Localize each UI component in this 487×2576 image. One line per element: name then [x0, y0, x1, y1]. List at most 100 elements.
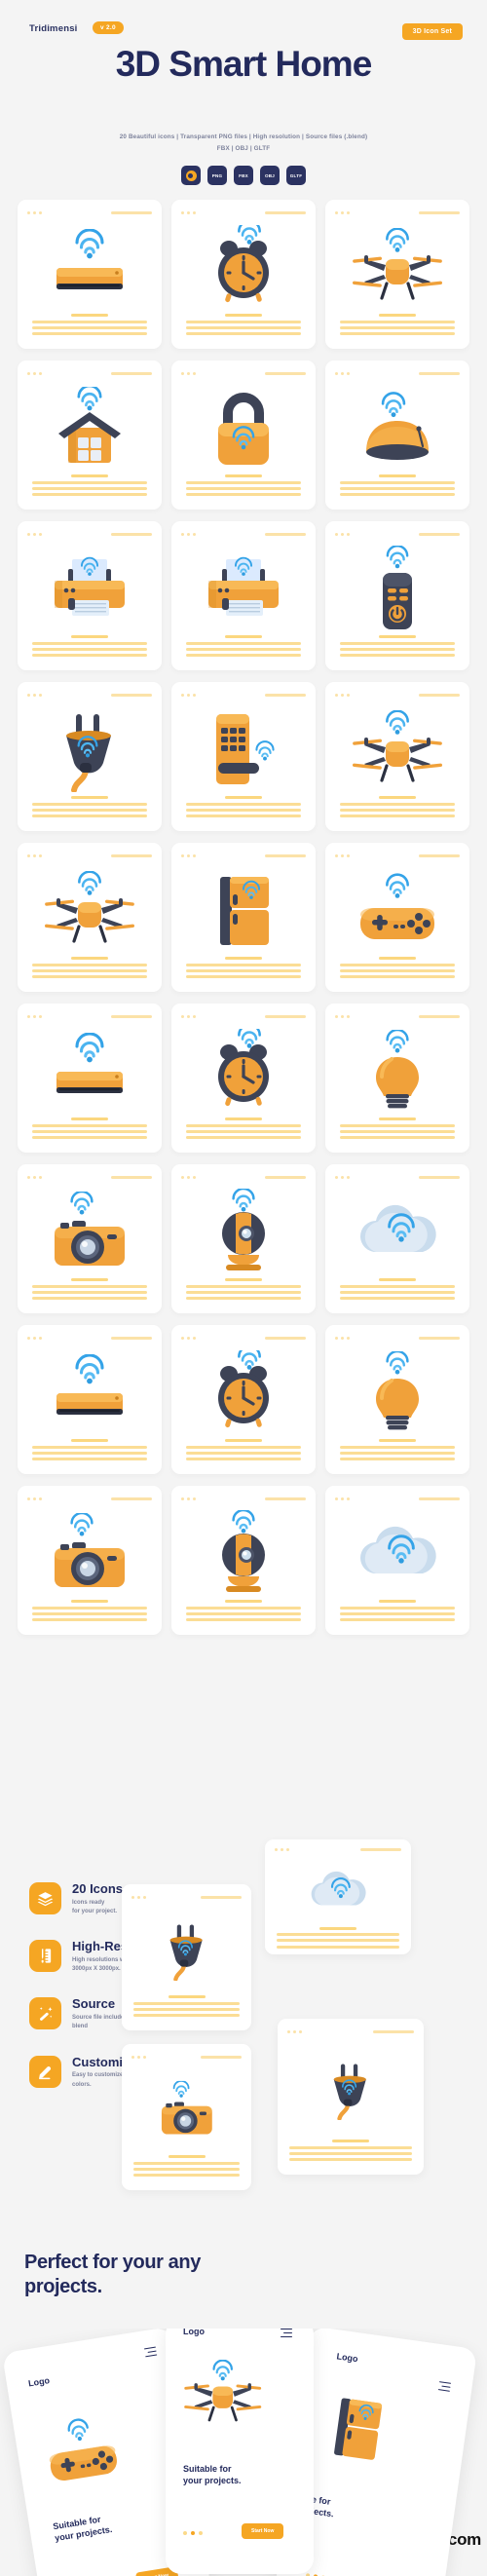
- placeholder-line: [225, 314, 262, 318]
- icon-card-grid: [18, 200, 469, 1635]
- icon-card[interactable]: [171, 360, 316, 510]
- icon-card[interactable]: [171, 843, 316, 992]
- icon-air-conditioner: [27, 1020, 152, 1118]
- window-dots: [335, 693, 350, 697]
- placeholder-line: [186, 963, 301, 966]
- icon-card[interactable]: [18, 200, 162, 349]
- placeholder-text: [27, 635, 152, 659]
- card-header-bar: [419, 371, 460, 375]
- window-dot: [181, 1496, 184, 1500]
- placeholder-line: [340, 1451, 455, 1455]
- icon-card[interactable]: [18, 360, 162, 510]
- icon-card[interactable]: [171, 521, 316, 670]
- start-now-button[interactable]: Start Now: [242, 2523, 284, 2539]
- card-header-bar: [111, 1175, 152, 1179]
- icon-card[interactable]: [18, 1325, 162, 1474]
- icon-card[interactable]: [325, 200, 469, 349]
- icon-card[interactable]: [18, 1486, 162, 1635]
- card-header-bar: [419, 1336, 460, 1340]
- icon-card[interactable]: [325, 521, 469, 670]
- window-dot: [335, 1014, 338, 1018]
- card-header-bar: [265, 1336, 306, 1340]
- placeholder-text: [181, 957, 306, 980]
- hamburger-menu-icon[interactable]: [281, 2329, 292, 2339]
- window-dot: [341, 1336, 344, 1340]
- window-dot: [181, 210, 184, 214]
- window-dot: [187, 1336, 190, 1340]
- carousel-dot-active[interactable]: [191, 2531, 195, 2535]
- window-dot: [137, 1895, 140, 1899]
- window-dot: [33, 1175, 36, 1179]
- hamburger-menu-icon[interactable]: [143, 2346, 158, 2360]
- showcase-card[interactable]: [122, 1884, 251, 2030]
- window-dot: [347, 693, 350, 697]
- placeholder-line: [32, 968, 147, 972]
- icon-card[interactable]: [325, 1486, 469, 1635]
- icon-card[interactable]: [171, 1325, 316, 1474]
- icon-card[interactable]: [171, 682, 316, 831]
- card-header-bar: [111, 532, 152, 536]
- icon-card[interactable]: [325, 1164, 469, 1313]
- icon-card[interactable]: [325, 1325, 469, 1474]
- placeholder-line: [340, 332, 455, 335]
- icon-air-conditioner: [27, 216, 152, 314]
- card-header-bar: [265, 1175, 306, 1179]
- placeholder-text: [335, 314, 460, 337]
- phone-logo: Logo: [336, 2351, 359, 2365]
- placeholder-line: [340, 808, 455, 812]
- window-dots: [335, 853, 350, 857]
- placeholder-line: [133, 2001, 240, 2005]
- placeholder-line: [71, 474, 108, 478]
- icon-card[interactable]: [325, 1004, 469, 1153]
- card-header: [181, 208, 306, 216]
- card-header-bar: [111, 1496, 152, 1500]
- window-dot: [39, 210, 42, 214]
- placeholder-line: [340, 493, 455, 496]
- placeholder-line: [379, 635, 416, 639]
- icon-card[interactable]: [325, 843, 469, 992]
- placeholder-line: [32, 808, 147, 812]
- placeholder-text: [275, 1927, 401, 1951]
- carousel-dots[interactable]: [183, 2531, 203, 2535]
- icon-card[interactable]: [18, 1004, 162, 1153]
- placeholder-line: [225, 1600, 262, 1604]
- icon-card[interactable]: [18, 521, 162, 670]
- icon-card[interactable]: [18, 1164, 162, 1313]
- placeholder-line: [186, 1451, 301, 1455]
- showcase-card[interactable]: [278, 2019, 424, 2175]
- window-dot: [335, 1175, 338, 1179]
- window-dot: [33, 371, 36, 375]
- window-dot: [193, 1496, 196, 1500]
- card-header: [181, 1012, 306, 1020]
- placeholder-line: [186, 332, 301, 335]
- icon-card[interactable]: [18, 843, 162, 992]
- page-title: 3D Smart Home: [115, 44, 373, 84]
- carousel-dot[interactable]: [183, 2531, 187, 2535]
- window-dots: [335, 1336, 350, 1340]
- placeholder-line: [32, 325, 147, 329]
- icon-card[interactable]: [171, 1004, 316, 1153]
- placeholder-line: [186, 1458, 301, 1460]
- showcase-card[interactable]: [122, 2044, 251, 2190]
- icon-card[interactable]: [171, 1486, 316, 1635]
- icon-refrigerator: [318, 2389, 395, 2471]
- window-dots: [27, 210, 42, 214]
- placeholder-text: [181, 1439, 306, 1462]
- icon-card[interactable]: [325, 360, 469, 510]
- window-dot: [335, 210, 338, 214]
- window-dot: [27, 210, 30, 214]
- icon-alarm-clock: [181, 216, 306, 314]
- icon-card[interactable]: [325, 682, 469, 831]
- icon-card[interactable]: [171, 1164, 316, 1313]
- card-header: [287, 2027, 414, 2035]
- carousel-dot[interactable]: [199, 2531, 203, 2535]
- placeholder-text: [181, 635, 306, 659]
- showcase-card[interactable]: [265, 1839, 411, 1954]
- card-header: [335, 369, 460, 377]
- window-dot: [193, 210, 196, 214]
- card-header-bar: [201, 1895, 242, 1899]
- icon-set-badge[interactable]: 3D Icon Set: [401, 23, 463, 40]
- icon-card[interactable]: [171, 200, 316, 349]
- hamburger-menu-icon[interactable]: [437, 2381, 452, 2394]
- icon-card[interactable]: [18, 682, 162, 831]
